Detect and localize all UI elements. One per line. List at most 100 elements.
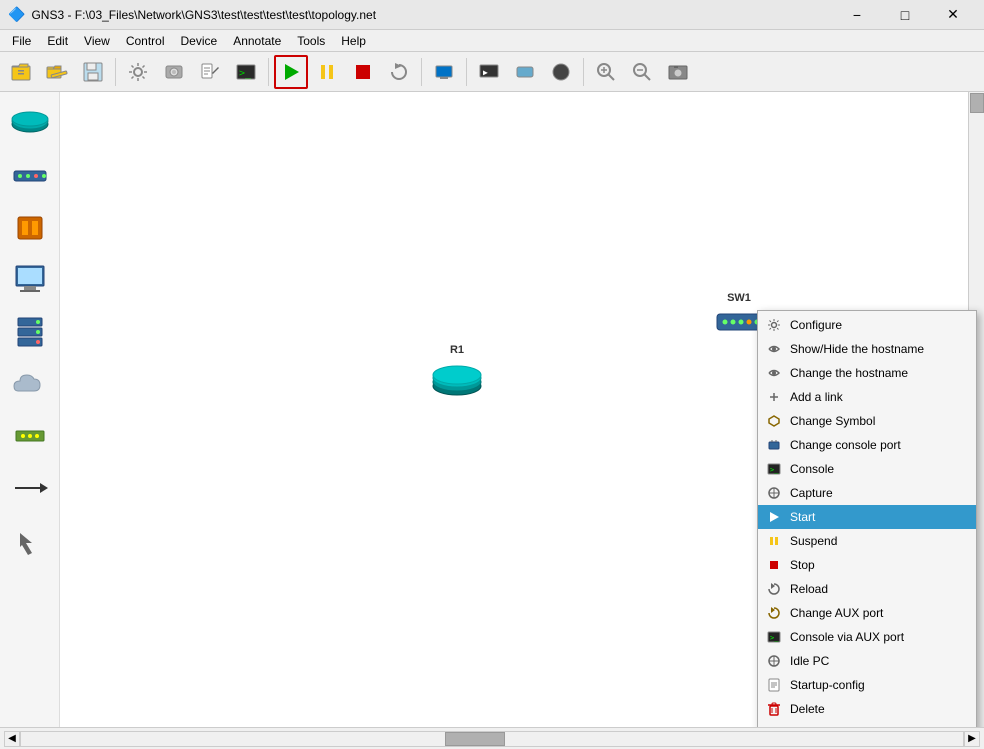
snapshot-button[interactable]: [157, 55, 191, 89]
menu-bar: File Edit View Control Device Annotate T…: [0, 30, 984, 52]
sidebar-item-arrow-tool[interactable]: [6, 516, 54, 564]
delete-icon: [766, 701, 782, 717]
show-hide-icon: [766, 341, 782, 357]
edit-button[interactable]: [193, 55, 227, 89]
horizontal-scrollbar[interactable]: [20, 731, 964, 747]
sidebar-item-firewall[interactable]: [6, 204, 54, 252]
close-button[interactable]: ✕: [930, 0, 976, 30]
raise-layer-icon: [766, 725, 782, 727]
device-r1-label: R1: [450, 344, 464, 356]
app-icon: 🔷: [8, 6, 25, 23]
ctx-reload-label: Reload: [790, 582, 828, 596]
device-sw1[interactable]: SW1: [715, 292, 763, 338]
canvas-area[interactable]: R1 SW1: [60, 92, 984, 727]
minimize-button[interactable]: −: [834, 0, 880, 30]
sidebar-item-switch[interactable]: [6, 152, 54, 200]
ctx-delete[interactable]: Delete: [758, 697, 976, 721]
menu-device[interactable]: Device: [173, 32, 226, 50]
svg-text:>_: >_: [770, 466, 779, 474]
device-r1[interactable]: R1: [430, 344, 484, 396]
menu-file[interactable]: File: [4, 32, 39, 50]
ctx-add-link[interactable]: Add a link: [758, 385, 976, 409]
ctx-start[interactable]: Start: [758, 505, 976, 529]
ctx-change-hostname-label: Change the hostname: [790, 366, 908, 380]
menu-help[interactable]: Help: [333, 32, 374, 50]
menu-control[interactable]: Control: [118, 32, 173, 50]
ctx-delete-label: Delete: [790, 702, 825, 716]
sidebar-item-server[interactable]: [6, 308, 54, 356]
sidebar-item-hub[interactable]: [6, 412, 54, 460]
open-button[interactable]: [40, 55, 74, 89]
ctx-change-console-port[interactable]: Change console port: [758, 433, 976, 457]
ctx-reload[interactable]: Reload: [758, 577, 976, 601]
menu-view[interactable]: View: [76, 32, 118, 50]
scroll-right-button[interactable]: ▶: [964, 731, 980, 747]
v-scroll-thumb[interactable]: [970, 93, 984, 113]
sidebar-item-cloud[interactable]: [6, 360, 54, 408]
configure-icon: [766, 317, 782, 333]
ctx-change-symbol[interactable]: Change Symbol: [758, 409, 976, 433]
svg-text:>_: >_: [770, 634, 779, 642]
change-symbol-icon: [766, 413, 782, 429]
ctx-change-aux-port[interactable]: Change AUX port: [758, 601, 976, 625]
main-area: R1 SW1: [0, 92, 984, 727]
ctx-stop[interactable]: Stop: [758, 553, 976, 577]
ctx-suspend[interactable]: Suspend: [758, 529, 976, 553]
ctx-console-aux[interactable]: >_ Console via AUX port: [758, 625, 976, 649]
scroll-left-button[interactable]: ◀: [4, 731, 20, 747]
stop-icon: [766, 557, 782, 573]
ctx-raise-layer-label: Raise one layer: [790, 726, 873, 727]
sidebar-item-router[interactable]: [6, 100, 54, 148]
ctx-console-aux-label: Console via AUX port: [790, 630, 904, 644]
start-all-button[interactable]: [274, 55, 308, 89]
window-title: GNS3 - F:\03_Files\Network\GNS3\test\tes…: [31, 8, 834, 22]
device-sw1-label: SW1: [727, 292, 751, 304]
ctx-startup-config[interactable]: Startup-config: [758, 673, 976, 697]
start-icon: [766, 509, 782, 525]
ctx-change-hostname[interactable]: Change the hostname: [758, 361, 976, 385]
ctx-idle-pc[interactable]: Idle PC: [758, 649, 976, 673]
ctx-suspend-label: Suspend: [790, 534, 837, 548]
screenshot-button[interactable]: [661, 55, 695, 89]
stop-all-button[interactable]: [346, 55, 380, 89]
suspend-all-button[interactable]: [310, 55, 344, 89]
svg-text:▶: ▶: [483, 68, 488, 77]
reload-all-button[interactable]: [382, 55, 416, 89]
change-console-port-icon: [766, 437, 782, 453]
change-hostname-icon: [766, 365, 782, 381]
virtualbox-button[interactable]: [427, 55, 461, 89]
ctx-console[interactable]: >_ Console: [758, 457, 976, 481]
preferences-button[interactable]: [121, 55, 155, 89]
menu-edit[interactable]: Edit: [39, 32, 76, 50]
console-all-button[interactable]: ▶: [472, 55, 506, 89]
sidebar: [0, 92, 60, 727]
device-icon-button[interactable]: [508, 55, 542, 89]
terminal-button[interactable]: >_: [229, 55, 263, 89]
sidebar-item-link[interactable]: [6, 464, 54, 512]
suspend-icon: [766, 533, 782, 549]
ball-button[interactable]: [544, 55, 578, 89]
reload-icon: [766, 581, 782, 597]
switch-icon: [715, 306, 763, 338]
ctx-raise-layer[interactable]: Raise one layer: [758, 721, 976, 727]
ctx-stop-label: Stop: [790, 558, 815, 572]
capture-icon: [766, 485, 782, 501]
zoom-out-button[interactable]: [625, 55, 659, 89]
menu-tools[interactable]: Tools: [289, 32, 333, 50]
status-bar: ◀ ▶: [0, 727, 984, 749]
ctx-configure[interactable]: Configure: [758, 313, 976, 337]
ctx-capture[interactable]: Capture: [758, 481, 976, 505]
menu-annotate[interactable]: Annotate: [225, 32, 289, 50]
ctx-change-aux-label: Change AUX port: [790, 606, 883, 620]
console-icon: >_: [766, 461, 782, 477]
h-scroll-thumb[interactable]: [445, 732, 505, 746]
console-aux-icon: >_: [766, 629, 782, 645]
ctx-show-hide-hostname[interactable]: Show/Hide the hostname: [758, 337, 976, 361]
zoom-in-button[interactable]: [589, 55, 623, 89]
sidebar-item-computer[interactable]: [6, 256, 54, 304]
save-button[interactable]: [76, 55, 110, 89]
context-menu: Configure Show/Hide the hostname Change …: [757, 310, 977, 727]
maximize-button[interactable]: □: [882, 0, 928, 30]
ctx-configure-label: Configure: [790, 318, 842, 332]
new-button[interactable]: [4, 55, 38, 89]
